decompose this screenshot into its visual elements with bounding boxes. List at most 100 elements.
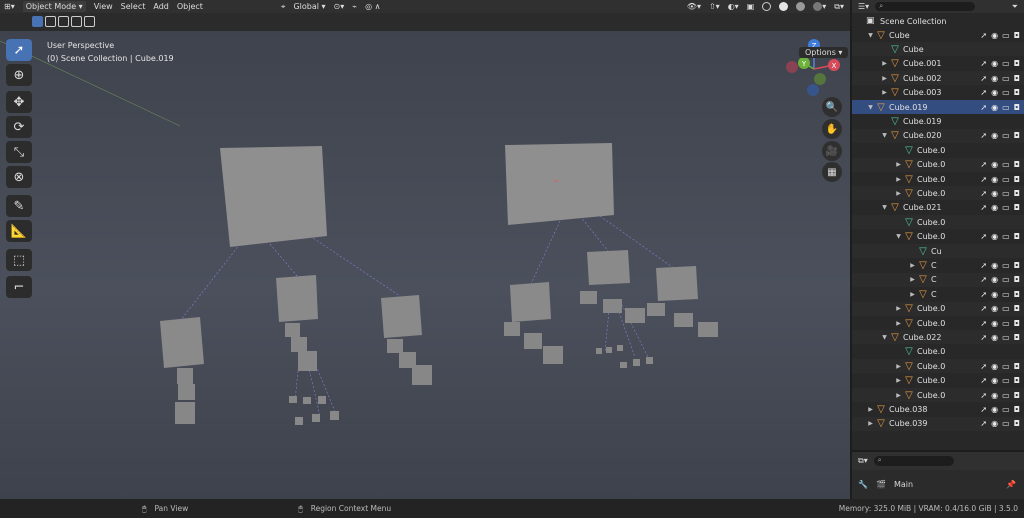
hide-toggle-icon[interactable]: ◉ xyxy=(991,419,998,428)
render-toggle-icon[interactable]: ◘ xyxy=(1014,391,1020,400)
outliner-row[interactable]: ▽ Cube.0 xyxy=(852,215,1024,230)
select-toggle-icon[interactable]: ➚ xyxy=(980,304,987,313)
hide-toggle-icon[interactable]: ◉ xyxy=(991,59,998,68)
select-toggle-icon[interactable]: ➚ xyxy=(980,275,987,284)
hide-toggle-icon[interactable]: ◉ xyxy=(991,232,998,241)
render-toggle-icon[interactable]: ◘ xyxy=(1014,376,1020,385)
render-toggle-icon[interactable]: ◘ xyxy=(1014,31,1020,40)
hide-toggle-icon[interactable]: ◉ xyxy=(991,405,998,414)
properties-search-input[interactable]: ⌕ xyxy=(873,456,954,466)
select-toggle-icon[interactable]: ➚ xyxy=(980,74,987,83)
camera-view-icon[interactable]: 🎥 xyxy=(822,141,842,161)
expand-toggle-icon[interactable]: ▶ xyxy=(880,89,889,96)
hide-toggle-icon[interactable]: ◉ xyxy=(991,131,998,140)
hide-toggle-icon[interactable]: ◉ xyxy=(991,290,998,299)
select-toggle-icon[interactable]: ➚ xyxy=(980,203,987,212)
outliner-row[interactable]: ▶ ▽ Cube.0 ➚ ◉ ▭ ◘ xyxy=(852,374,1024,388)
viewport-toggle-icon[interactable]: ▭ xyxy=(1002,203,1010,212)
select-toggle-icon[interactable]: ➚ xyxy=(980,391,987,400)
3d-viewport[interactable]: User Perspective (0) Scene Collection | … xyxy=(0,31,850,499)
outliner-row[interactable]: ▼ ▽ Cube.020 ➚ ◉ ▭ ◘ xyxy=(852,128,1024,143)
viewport-toggle-icon[interactable]: ▭ xyxy=(1002,74,1010,83)
menu-view[interactable]: View xyxy=(94,2,113,11)
shading-material-icon[interactable] xyxy=(796,2,806,11)
render-toggle-icon[interactable]: ◘ xyxy=(1014,290,1020,299)
outliner-search-input[interactable]: ⌕ xyxy=(875,2,976,11)
viewport-toggle-icon[interactable]: ▭ xyxy=(1002,275,1010,284)
editor-layout-icon[interactable]: ⧉▾ xyxy=(834,2,844,12)
select-new-icon[interactable] xyxy=(32,16,43,27)
menu-select[interactable]: Select xyxy=(121,2,146,11)
pan-hand-icon[interactable]: ✋ xyxy=(822,119,842,139)
hide-toggle-icon[interactable]: ◉ xyxy=(991,189,998,198)
render-toggle-icon[interactable]: ◘ xyxy=(1014,419,1020,428)
select-toggle-icon[interactable]: ➚ xyxy=(980,232,987,241)
outliner-row[interactable]: ▼ ▽ Cube.022 ➚ ◉ ▭ ◘ xyxy=(852,330,1024,345)
outliner-row[interactable]: ▽ Cube xyxy=(852,42,1024,57)
render-toggle-icon[interactable]: ◘ xyxy=(1014,275,1020,284)
hide-toggle-icon[interactable]: ◉ xyxy=(991,333,998,342)
viewport-toggle-icon[interactable]: ▭ xyxy=(1002,131,1010,140)
transform-tool-icon[interactable]: ⊗ xyxy=(6,166,32,188)
outliner-row[interactable]: ▶ ▽ C ➚ ◉ ▭ ◘ xyxy=(852,258,1024,272)
expand-toggle-icon[interactable]: ▶ xyxy=(908,262,917,269)
viewport-toggle-icon[interactable]: ▭ xyxy=(1002,88,1010,97)
select-subtract-icon[interactable] xyxy=(58,16,69,27)
viewport-toggle-icon[interactable]: ▭ xyxy=(1002,160,1010,169)
viewport-toggle-icon[interactable]: ▭ xyxy=(1002,103,1010,112)
expand-toggle-icon[interactable]: ▼ xyxy=(866,104,875,111)
measure-tool-icon[interactable]: 📐 xyxy=(6,220,32,242)
expand-toggle-icon[interactable]: ▶ xyxy=(894,377,903,384)
hide-toggle-icon[interactable]: ◉ xyxy=(991,275,998,284)
pivot-icon[interactable]: ⊙▾ xyxy=(334,2,345,11)
outliner-row[interactable]: ▼ ▽ Cube.0 ➚ ◉ ▭ ◘ xyxy=(852,230,1024,244)
outliner-row[interactable]: ▶ ▽ Cube.001 ➚ ◉ ▭ ◘ xyxy=(852,57,1024,71)
render-toggle-icon[interactable]: ◘ xyxy=(1014,203,1020,212)
outliner-row[interactable]: ▼ ▽ Cube ➚ ◉ ▭ ◘ xyxy=(852,28,1024,42)
select-toggle-icon[interactable]: ➚ xyxy=(980,103,987,112)
render-toggle-icon[interactable]: ◘ xyxy=(1014,160,1020,169)
expand-toggle-icon[interactable]: ▼ xyxy=(866,32,875,39)
select-tool-icon[interactable]: ➚ xyxy=(6,39,32,61)
hide-toggle-icon[interactable]: ◉ xyxy=(991,203,998,212)
viewport-toggle-icon[interactable]: ▭ xyxy=(1002,261,1010,270)
outliner-row[interactable]: ▶ ▽ Cube.038 ➚ ◉ ▭ ◘ xyxy=(852,402,1024,416)
select-toggle-icon[interactable]: ➚ xyxy=(980,31,987,40)
transform-orientation-icon[interactable]: ⌖ xyxy=(281,2,286,12)
viewport-toggle-icon[interactable]: ▭ xyxy=(1002,362,1010,371)
cursor-tool-icon[interactable]: ⊕ xyxy=(6,64,32,86)
mode-dropdown[interactable]: Object Mode ▾ xyxy=(22,1,86,12)
pin-icon[interactable]: 📌 xyxy=(1006,480,1016,489)
outliner-row[interactable]: ▶ ▽ Cube.002 ➚ ◉ ▭ ◘ xyxy=(852,71,1024,86)
scale-tool-icon[interactable]: ⤡ xyxy=(6,141,32,163)
annotate-tool-icon[interactable]: ✎ xyxy=(6,195,32,217)
select-toggle-icon[interactable]: ➚ xyxy=(980,319,987,328)
outliner-row[interactable]: ▶ ▽ Cube.0 ➚ ◉ ▭ ◘ xyxy=(852,157,1024,172)
expand-toggle-icon[interactable]: ▶ xyxy=(880,75,889,82)
viewport-toggle-icon[interactable]: ▭ xyxy=(1002,290,1010,299)
shading-solid-icon[interactable] xyxy=(779,2,789,11)
shading-wireframe-icon[interactable] xyxy=(762,2,772,11)
expand-toggle-icon[interactable]: ▶ xyxy=(894,161,903,168)
render-toggle-icon[interactable]: ◘ xyxy=(1014,74,1020,83)
select-toggle-icon[interactable]: ➚ xyxy=(980,333,987,342)
viewport-toggle-icon[interactable]: ▭ xyxy=(1002,31,1010,40)
move-tool-icon[interactable]: ✥ xyxy=(6,91,32,113)
render-toggle-icon[interactable]: ◘ xyxy=(1014,261,1020,270)
select-invert-icon[interactable] xyxy=(71,16,82,27)
select-toggle-icon[interactable]: ➚ xyxy=(980,160,987,169)
select-toggle-icon[interactable]: ➚ xyxy=(980,88,987,97)
hide-toggle-icon[interactable]: ◉ xyxy=(991,304,998,313)
outliner-row[interactable]: ▽ Cube.0 xyxy=(852,143,1024,157)
expand-toggle-icon[interactable]: ▼ xyxy=(880,204,889,211)
hide-toggle-icon[interactable]: ◉ xyxy=(991,103,998,112)
render-toggle-icon[interactable]: ◘ xyxy=(1014,362,1020,371)
viewport-toggle-icon[interactable]: ▭ xyxy=(1002,376,1010,385)
render-toggle-icon[interactable]: ◘ xyxy=(1014,319,1020,328)
expand-toggle-icon[interactable]: ▼ xyxy=(880,132,889,139)
select-toggle-icon[interactable]: ➚ xyxy=(980,131,987,140)
hide-toggle-icon[interactable]: ◉ xyxy=(991,376,998,385)
expand-toggle-icon[interactable]: ▶ xyxy=(894,392,903,399)
outliner-row[interactable]: ▶ ▽ C ➚ ◉ ▭ ◘ xyxy=(852,287,1024,301)
render-toggle-icon[interactable]: ◘ xyxy=(1014,88,1020,97)
